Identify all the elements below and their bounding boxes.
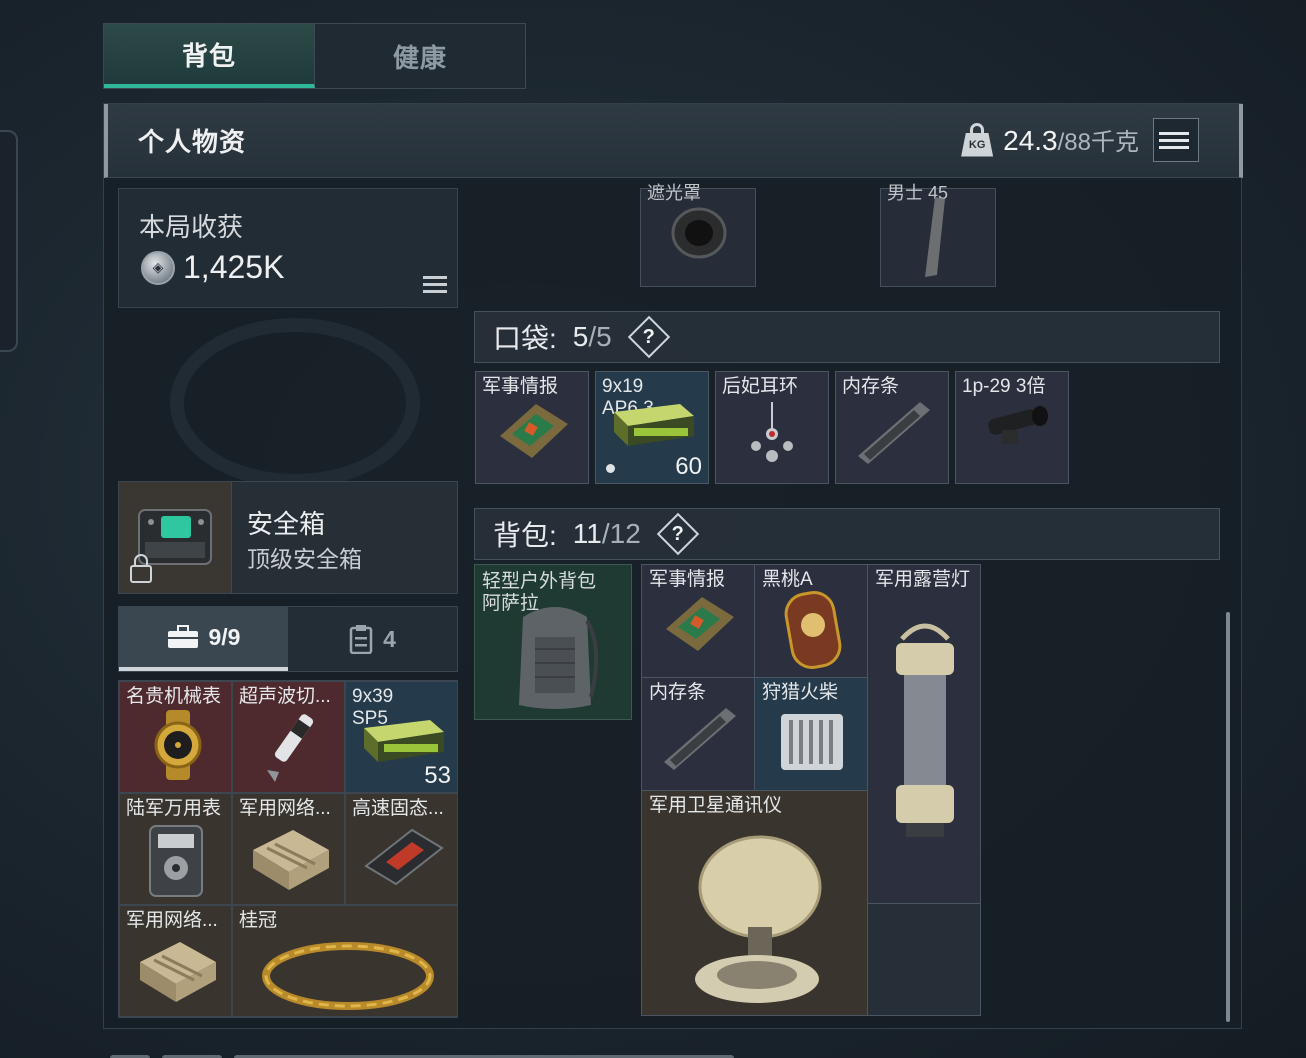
pocket-item-1p29-scope[interactable]: 1p-29 3倍 [955,371,1069,484]
tab-backpack[interactable]: 背包 [104,24,315,88]
backpack-empty-slot[interactable] [867,903,981,1016]
item-laurel-crown[interactable]: 桂冠 [232,905,458,1017]
safebox-image [119,482,232,593]
clipboard-icon [349,625,373,654]
side-drawer-handle[interactable] [0,130,18,352]
safebox-title: 安全箱 [247,509,326,539]
equipped-backpack[interactable]: 轻型户外背包 阿萨拉 [474,564,632,720]
pocket-item-9x19-ap63[interactable]: 9x19 AP6.3 60 [595,371,709,484]
pocket-current: 5 [572,321,589,352]
weight-icon: KG [961,122,994,157]
item-9x39-sp5[interactable]: 9x39 SP5 53 [345,681,458,793]
backpack-grid: 军事情报 黑桃A 军用露营灯 内存条 狩猎火柴 军用卫星通讯仪 [641,564,981,1016]
backpack-item-satellite-comm[interactable]: 军用卫星通讯仪 [641,790,868,1016]
backpack-item-military-intel[interactable]: 军事情报 [641,564,755,678]
coin-icon: ◈ [141,250,175,285]
emblem-watermark [170,318,420,488]
item-mens-45[interactable]: 男士 45 [880,183,996,287]
tab-health[interactable]: 健康 [315,24,525,88]
status-dot [606,464,615,473]
item-lens-hood[interactable]: 遮光罩 [640,183,756,287]
weight-current: 24.3 [1003,125,1058,156]
item-army-multimeter[interactable]: 陆军万用表 [119,793,232,905]
pocket-item-memory-stick[interactable]: 内存条 [835,371,949,484]
safebox-grid: 名贵机械表 超声波切... 9x39 SP5 53 陆军万用表 军用网络... … [118,680,458,1018]
pocket-item-consort-earring[interactable]: 后妃耳环 [715,371,829,484]
backpack-item-hunting-matches[interactable]: 狩猎火柴 [754,677,868,791]
tab-safe-records[interactable]: 4 [288,607,457,671]
pocket-slots: 军事情报 9x19 AP6.3 60 后妃耳环 内存条 1p-29 3倍 [475,371,1069,484]
backpack-help-button[interactable]: ? [656,512,700,556]
list-view-button[interactable] [1153,118,1199,162]
pocket-header: 口袋: 5/5 ? [474,311,1220,363]
safebox-card[interactable]: 安全箱 顶级安全箱 [118,481,458,594]
weight-max: /88千克 [1057,129,1139,156]
harvest-amount: 1,425K [183,249,285,285]
pocket-item-military-intel[interactable]: 军事情报 [475,371,589,484]
footer-strip [110,1048,830,1058]
harvest-value: ◈ 1,425K [141,249,284,286]
item-high-speed-ssd[interactable]: 高速固态... [345,793,458,905]
harvest-card: 本局收获 ◈ 1,425K [118,188,458,308]
item-military-network-2[interactable]: 军用网络... [119,905,232,1017]
backpack-item-ace-of-spades[interactable]: 黑桃A [754,564,868,678]
pocket-max: /5 [588,321,612,352]
item-luxury-watch[interactable]: 名贵机械表 [119,681,232,793]
backpack-item-camping-lantern[interactable]: 军用露营灯 [867,564,981,904]
stack-count: 60 [675,453,702,480]
main-tabs: 背包 健康 [103,23,526,89]
safe-sub-tabs: 9/9 4 [118,606,458,672]
harvest-label: 本局收获 [139,212,244,242]
pocket-help-button[interactable]: ? [627,315,670,359]
backpack-header: 背包: 11/12 ? [474,508,1220,560]
item-ultrasonic-cutter[interactable]: 超声波切... [232,681,345,793]
item-military-network-1[interactable]: 军用网络... [232,793,345,905]
harvest-list-button[interactable] [423,276,447,293]
panel-header: 个人物资 KG 24.3/88千克 [104,104,1243,178]
safebox-subtitle: 顶级安全箱 [247,546,362,572]
briefcase-icon [167,625,198,648]
panel-title: 个人物资 [138,127,247,157]
weight-display: KG 24.3/88千克 [961,122,1139,157]
backpack-max: /12 [601,518,641,549]
backpack-current: 11 [572,518,602,549]
backpack-item-memory-stick[interactable]: 内存条 [641,677,755,791]
tab-safe-items[interactable]: 9/9 [119,607,288,671]
scrollbar[interactable] [1226,612,1230,1022]
